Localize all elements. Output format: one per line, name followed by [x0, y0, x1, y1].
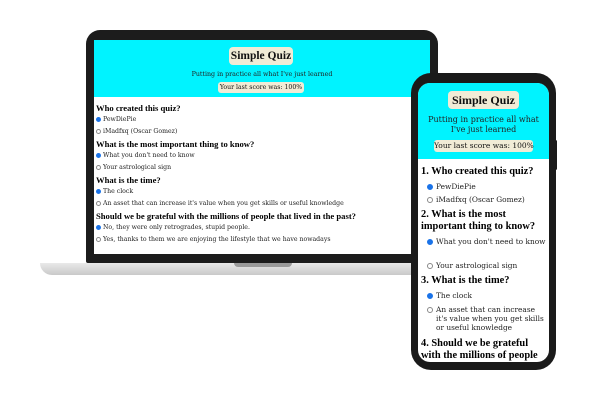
question-2: 2. What is the most important thing to k…	[421, 209, 536, 232]
radio-icon[interactable]	[96, 237, 101, 242]
radio-icon[interactable]	[96, 129, 101, 134]
quiz-title: Simple Quiz	[229, 47, 293, 65]
radio-icon[interactable]	[427, 197, 433, 203]
question-3: What is the time?	[96, 175, 161, 185]
radio-icon[interactable]	[427, 307, 433, 313]
radio-selected-icon[interactable]	[96, 225, 101, 230]
radio-selected-icon[interactable]	[96, 117, 101, 122]
laptop-notch	[234, 263, 292, 267]
phone-side-button	[554, 140, 557, 170]
radio-selected-icon[interactable]	[427, 293, 433, 299]
radio-icon[interactable]	[96, 165, 101, 170]
question-3-option-2[interactable]: An asset that can increase it's value wh…	[427, 305, 546, 332]
laptop-screen: Simple Quiz Putting in practice all what…	[94, 40, 430, 254]
quiz-title: Simple Quiz	[448, 91, 519, 109]
question-2-option-2[interactable]: Your astrological sign	[427, 261, 546, 270]
question-3: 3. What is the time?	[421, 275, 510, 286]
radio-selected-icon[interactable]	[96, 189, 101, 194]
question-4-option-2[interactable]: Yes, thanks to them we are enjoying the …	[96, 236, 331, 243]
question-4: 4. Should we be grateful with the millio…	[421, 338, 538, 361]
question-3-option-2[interactable]: An asset that can increase it's value wh…	[96, 200, 344, 207]
question-1: Who created this quiz?	[96, 103, 181, 113]
phone-screen: Simple Quiz Putting in practice all what…	[418, 83, 549, 362]
radio-selected-icon[interactable]	[96, 153, 101, 158]
question-2-option-2[interactable]: Your astrological sign	[96, 164, 171, 171]
radio-selected-icon[interactable]	[427, 184, 433, 190]
last-score-badge: Your last score was: 100%	[218, 82, 304, 93]
radio-icon[interactable]	[96, 201, 101, 206]
last-score-badge: Your last score was: 100%	[434, 140, 534, 152]
question-3-option-1[interactable]: The clock	[96, 188, 133, 195]
question-1-option-1[interactable]: PewDiePie	[96, 116, 136, 123]
quiz-header: Simple Quiz Putting in practice all what…	[418, 83, 549, 159]
question-4-option-1[interactable]: No, they were only retrogrades, stupid p…	[96, 224, 250, 231]
question-1-option-2[interactable]: iMadfxq (Oscar Gomez)	[96, 128, 177, 135]
quiz-header: Simple Quiz Putting in practice all what…	[94, 40, 430, 97]
quiz-subtitle: Putting in practice all what I've just l…	[191, 71, 333, 78]
radio-icon[interactable]	[427, 263, 433, 269]
question-1-option-1[interactable]: PewDiePie	[427, 182, 546, 191]
question-3-option-1[interactable]: The clock	[427, 291, 546, 300]
quiz-subtitle: Putting in practice all what I've just l…	[428, 115, 539, 134]
question-2: What is the most important thing to know…	[96, 139, 255, 149]
question-2-option-1[interactable]: What you don't need to know	[96, 152, 195, 159]
question-4: Should we be grateful with the millions …	[96, 211, 356, 221]
radio-selected-icon[interactable]	[427, 239, 433, 245]
question-1: 1. Who created this quiz?	[421, 166, 534, 177]
question-2-option-1[interactable]: What you don't need to know	[427, 237, 546, 246]
question-1-option-2[interactable]: iMadfxq (Oscar Gomez)	[427, 195, 546, 204]
